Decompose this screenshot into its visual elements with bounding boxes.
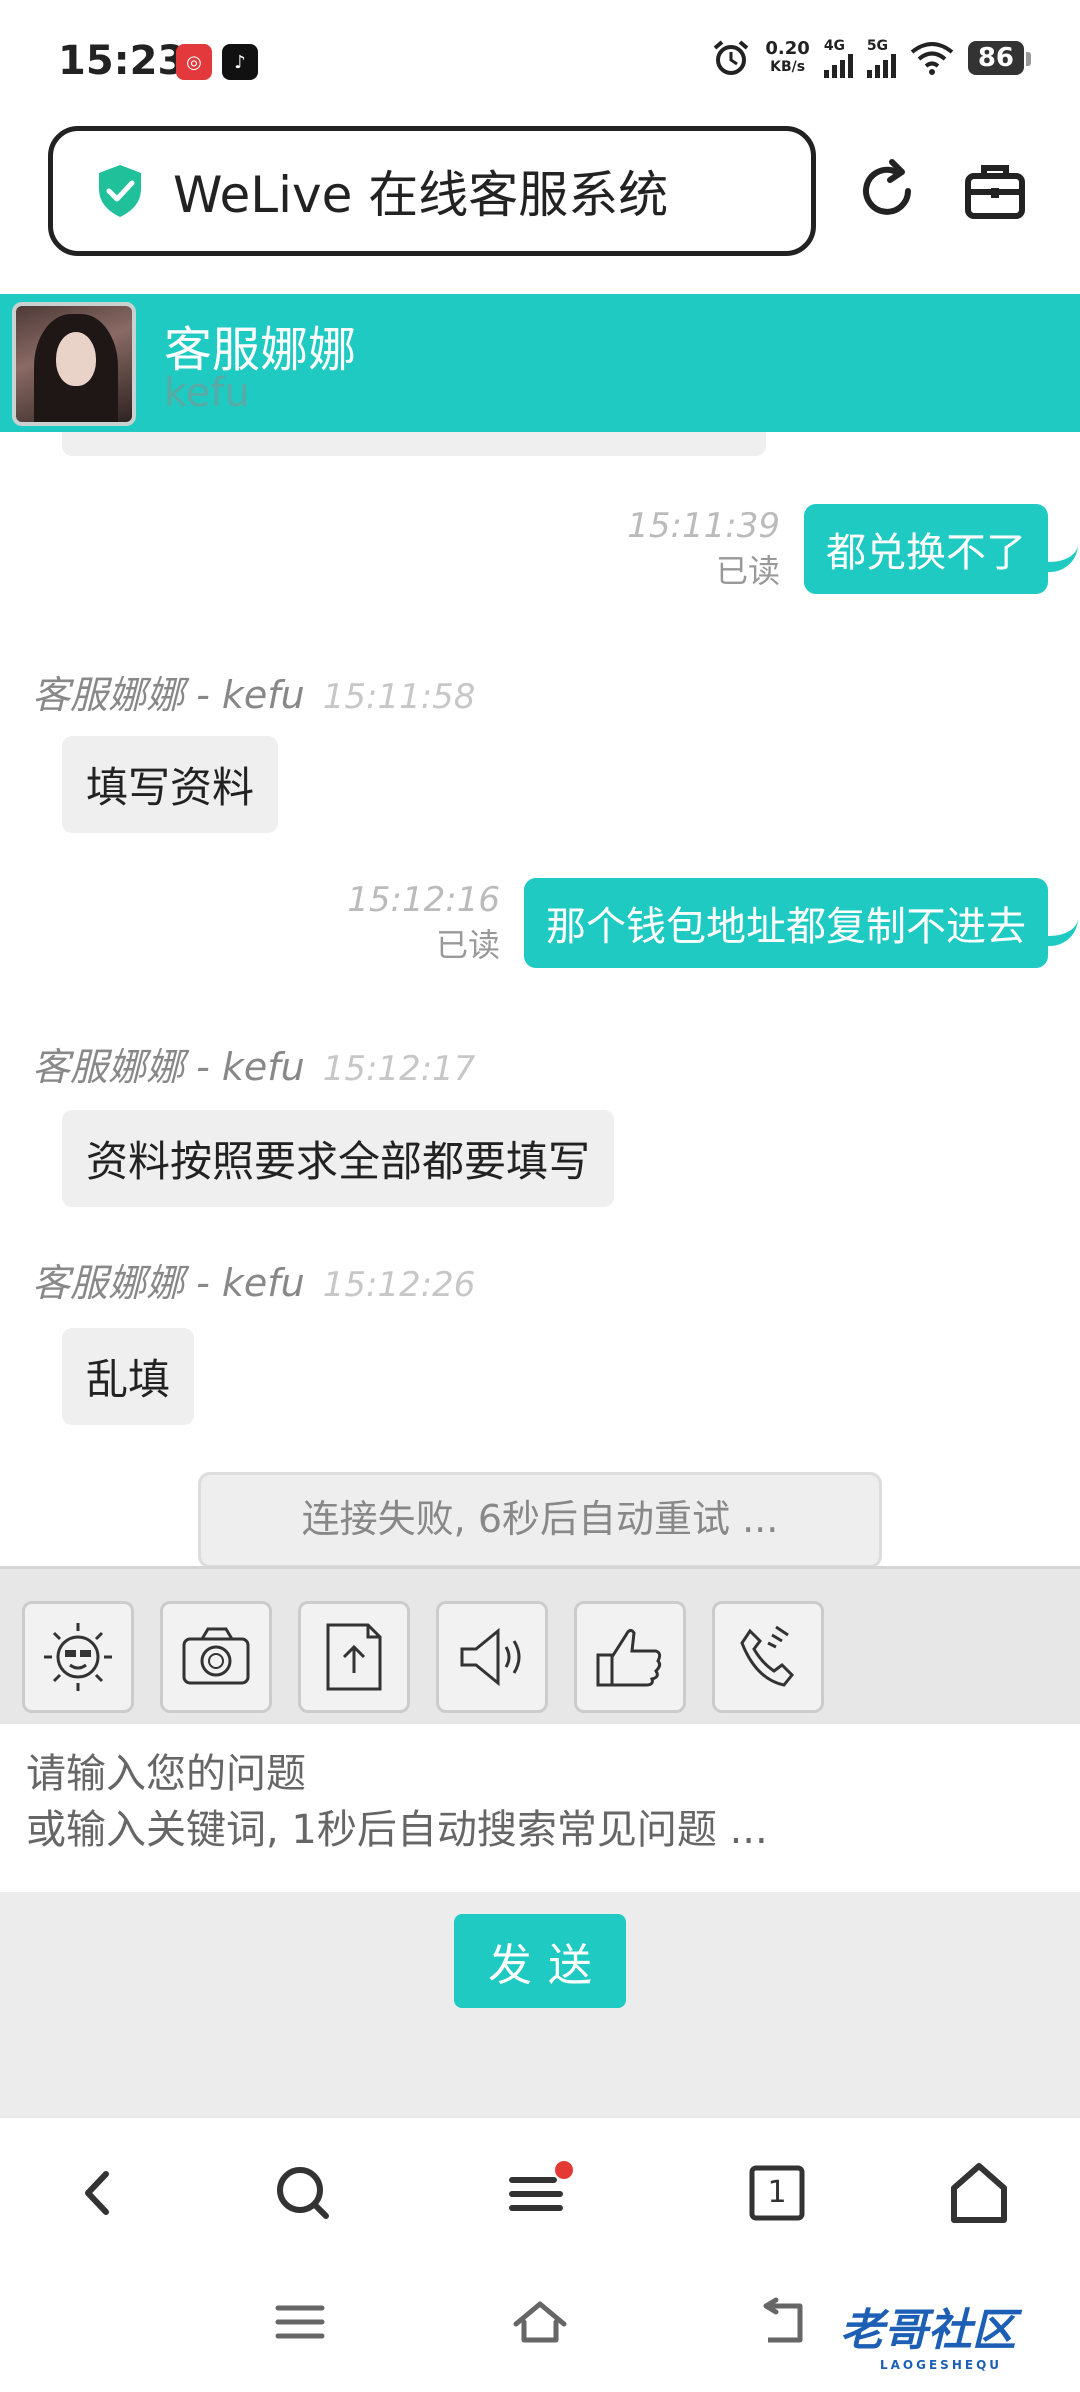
- toolbox-icon[interactable]: [962, 158, 1028, 224]
- connection-notice: 连接失败, 6秒后自动重试 ...: [198, 1472, 882, 1566]
- reload-icon[interactable]: [854, 158, 920, 224]
- net-speed: 0.20 KB/s: [765, 40, 809, 76]
- tabs-button[interactable]: 1: [742, 2158, 812, 2228]
- address-title: WeLive 在线客服系统: [173, 166, 669, 224]
- battery-indicator: 86: [967, 41, 1032, 75]
- rate-button[interactable]: [574, 1601, 686, 1713]
- camera-icon: [182, 1627, 250, 1685]
- previous-message-bubble: [62, 432, 766, 456]
- back-icon[interactable]: [64, 2158, 134, 2228]
- status-time: 15:23: [58, 38, 186, 84]
- phone-icon: [740, 1625, 795, 1687]
- message-sender-line: 客服娜娜 - kefu 15:12:26: [32, 1252, 475, 1307]
- message-bubble-out: 那个钱包地址都复制不进去: [524, 878, 1078, 968]
- status-indicators: 0.20 KB/s 4G 5G 86: [711, 38, 1032, 78]
- emoji-icon: [44, 1623, 112, 1691]
- message-meta: 15:12:16 已读: [347, 880, 500, 966]
- address-bar[interactable]: WeLive 在线客服系统: [48, 126, 816, 256]
- sender-name: 客服娜娜 - kefu: [32, 673, 305, 717]
- message-time: 15:12:26: [322, 1265, 476, 1305]
- alarm-icon: [714, 40, 749, 75]
- send-button[interactable]: 发送: [454, 1914, 626, 2008]
- tiktok-icon: ♪: [222, 44, 258, 80]
- chat-messages[interactable]: 15:11:39 已读 都兑换不了 客服娜娜 - kefu 15:11:58 填写…: [0, 432, 1080, 1566]
- watermark-subtext: LAOGESHEQU: [880, 2358, 1003, 2372]
- emoji-button[interactable]: [22, 1601, 134, 1713]
- browser-nav-bar: 1: [0, 2116, 1080, 2266]
- message-input[interactable]: [26, 1746, 1054, 1870]
- watermark-text: 老哥社区: [840, 2305, 1016, 2356]
- agent-avatar[interactable]: [12, 302, 136, 426]
- message-bubble-in: 乱填: [62, 1328, 195, 1425]
- message-out: 15:11:39 已读 都兑换不了: [627, 504, 1078, 594]
- sound-button[interactable]: [436, 1601, 548, 1713]
- message-sender-line: 客服娜娜 - kefu 15:11:58: [32, 664, 475, 719]
- upload-button[interactable]: [298, 1601, 410, 1713]
- thumbs-up-icon: [596, 1628, 662, 1687]
- message-time: 15:11:39: [627, 506, 780, 546]
- signal-sim1: 4G: [823, 38, 853, 78]
- home-icon[interactable]: [944, 2158, 1014, 2228]
- sender-name: 客服娜娜 - kefu: [32, 1045, 305, 1089]
- chat-header: 客服娜娜 kefu: [0, 294, 1080, 432]
- shield-check-icon: [99, 165, 141, 217]
- message-sender-line: 客服娜娜 - kefu 15:12:17: [32, 1036, 475, 1091]
- sim1-label: 4G: [823, 38, 846, 54]
- read-status: 已读: [715, 552, 780, 590]
- upload-icon: [326, 1623, 382, 1691]
- read-status: 已读: [435, 926, 500, 964]
- message-time: 15:12:16: [347, 880, 500, 920]
- chat-toolbar: [0, 1566, 1080, 1724]
- send-area: 发送: [0, 1892, 1080, 2116]
- call-button[interactable]: [712, 1601, 824, 1713]
- recent-apps-icon[interactable]: [270, 2292, 330, 2352]
- message-time: 15:12:17: [322, 1049, 476, 1089]
- system-home-icon[interactable]: [510, 2292, 570, 2352]
- message-meta: 15:11:39 已读: [627, 506, 780, 592]
- message-bubble-in: 填写资料: [62, 736, 279, 833]
- signal-sim2: 5G: [866, 38, 896, 78]
- watermark-logo: 老哥社区 LAOGESHEQU: [840, 2294, 1016, 2372]
- agent-id: kefu: [164, 370, 250, 416]
- message-time: 15:11:58: [322, 677, 476, 717]
- pinduoduo-icon: ◎: [176, 44, 212, 80]
- status-bar: 15:23 ◎ ♪ 0.20 KB/s 4G 5G 86: [0, 0, 1080, 120]
- message-out: 15:12:16 已读 那个钱包地址都复制不进去: [347, 878, 1078, 968]
- sound-icon: [460, 1627, 521, 1687]
- net-speed-unit: KB/s: [770, 59, 806, 75]
- message-bubble-in: 资料按照要求全部都要填写: [62, 1110, 615, 1207]
- net-speed-value: 0.20: [765, 38, 810, 59]
- sim2-label: 5G: [866, 38, 889, 54]
- search-icon[interactable]: [268, 2158, 338, 2228]
- sender-name: 客服娜娜 - kefu: [32, 1261, 305, 1305]
- camera-button[interactable]: [160, 1601, 272, 1713]
- tab-count: 1: [767, 2175, 787, 2210]
- message-input-area: [0, 1724, 1080, 1892]
- menu-icon[interactable]: [504, 2158, 574, 2228]
- system-back-icon[interactable]: [752, 2292, 812, 2352]
- wifi-icon: [910, 42, 954, 75]
- message-bubble-out: 都兑换不了: [804, 504, 1078, 594]
